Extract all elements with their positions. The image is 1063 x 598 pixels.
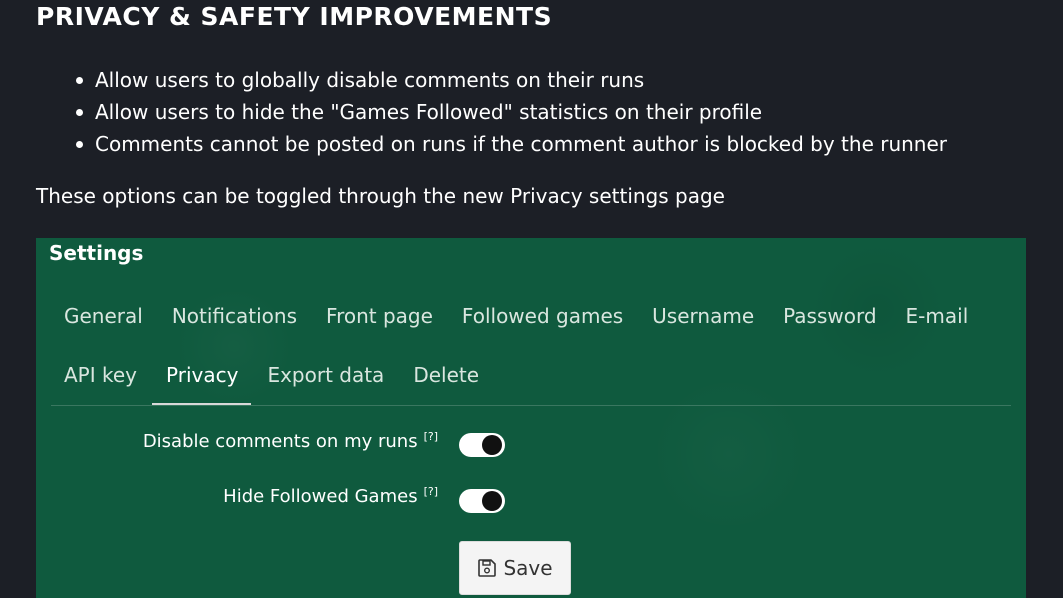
list-item: Comments cannot be posted on runs if the… — [36, 128, 947, 160]
save-button[interactable]: Save — [459, 541, 571, 595]
toggle-knob — [482, 491, 502, 511]
option-hide-followed-games-label: Hide Followed Games [?] — [223, 485, 438, 507]
help-link[interactable]: [?] — [424, 485, 438, 498]
tab-general[interactable]: General — [64, 304, 143, 328]
toggle-knob — [482, 435, 502, 455]
tab-username[interactable]: Username — [652, 304, 754, 328]
announcement-page: PRIVACY & SAFETY IMPROVEMENTS Allow user… — [0, 0, 1063, 598]
tab-password[interactable]: Password — [783, 304, 876, 328]
tab-email[interactable]: E-mail — [906, 304, 969, 328]
help-link[interactable]: [?] — [424, 430, 438, 443]
section-heading: PRIVACY & SAFETY IMPROVEMENTS — [36, 2, 553, 31]
option-label-text: Disable comments on my runs — [142, 431, 418, 452]
floppy-disk-icon — [478, 559, 497, 577]
tab-export-data[interactable]: Export data — [267, 363, 384, 387]
settings-title: Settings — [49, 241, 144, 265]
bullet-icon — [76, 141, 83, 148]
hide-followed-games-toggle[interactable] — [459, 489, 505, 513]
settings-tabs-row-2: API key Privacy Export data Delete — [64, 363, 508, 387]
tab-front-page[interactable]: Front page — [326, 304, 433, 328]
settings-tabs-row-1: General Notifications Front page Followe… — [64, 304, 997, 328]
save-button-label: Save — [503, 556, 553, 580]
disable-comments-toggle[interactable] — [459, 433, 505, 457]
tab-followed-games[interactable]: Followed games — [462, 304, 623, 328]
list-item: Allow users to globally disable comments… — [36, 64, 947, 96]
list-item: Allow users to hide the "Games Followed"… — [36, 96, 947, 128]
list-item-text: Allow users to globally disable comments… — [95, 68, 645, 92]
bullet-icon — [76, 77, 83, 84]
list-item-text: Allow users to hide the "Games Followed"… — [95, 100, 763, 124]
option-disable-comments-label: Disable comments on my runs [?] — [143, 430, 438, 452]
tab-notifications[interactable]: Notifications — [172, 304, 297, 328]
tab-api-key[interactable]: API key — [64, 363, 137, 387]
tabs-divider — [51, 405, 1011, 406]
feature-list: Allow users to globally disable comments… — [36, 64, 947, 160]
tab-delete[interactable]: Delete — [413, 363, 479, 387]
settings-panel-screenshot: Settings General Notifications Front pag… — [36, 238, 1026, 598]
option-label-text: Hide Followed Games — [223, 486, 418, 507]
bullet-icon — [76, 109, 83, 116]
list-item-text: Comments cannot be posted on runs if the… — [95, 132, 948, 156]
tab-privacy[interactable]: Privacy — [166, 363, 238, 387]
settings-note: These options can be toggled through the… — [36, 184, 725, 208]
